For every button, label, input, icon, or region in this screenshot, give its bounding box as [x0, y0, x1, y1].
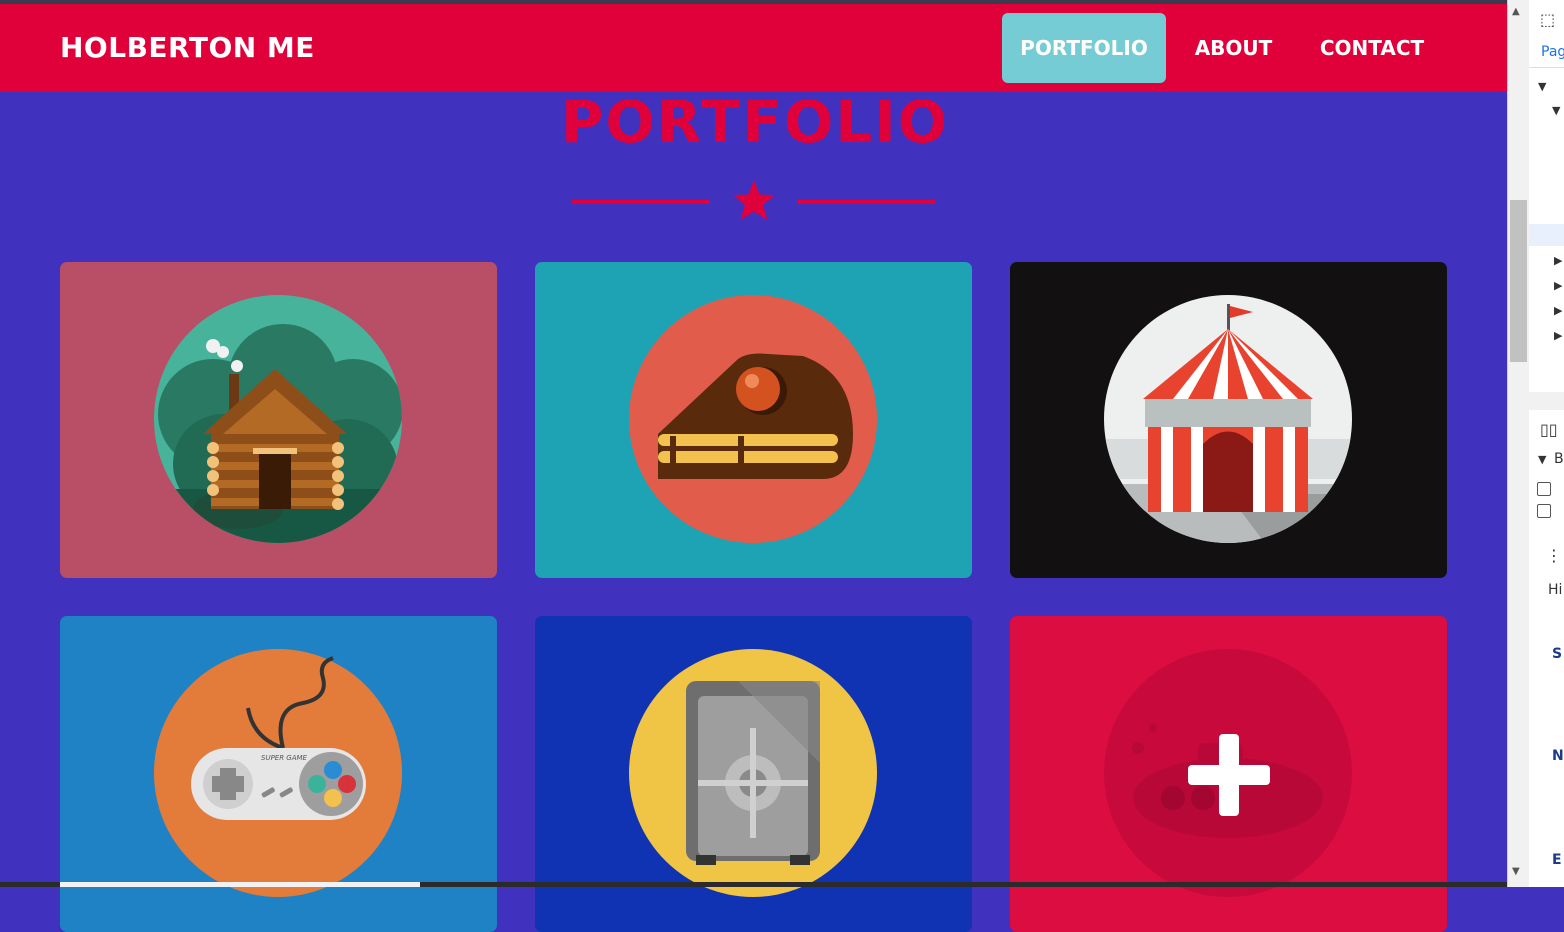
tree-collapsed-icon[interactable]: ▶: [1554, 254, 1562, 267]
tree-expand-icon[interactable]: ▼: [1552, 104, 1560, 117]
divider-right-line: [797, 200, 935, 204]
navbar: HOLBERTON ME PORTFOLIO ABOUT CONTACT: [0, 4, 1507, 92]
section-expand-icon[interactable]: ▼: [1538, 453, 1546, 466]
game-controller-icon: SUPER GAME: [154, 649, 402, 897]
devtools-heading-s: S: [1552, 646, 1563, 662]
nav-about-link[interactable]: ABOUT: [1186, 13, 1281, 83]
devtools-heading-e: E: [1552, 852, 1562, 868]
tree-selected-row[interactable]: [1529, 224, 1564, 246]
portfolio-item-cake[interactable]: [535, 262, 972, 578]
devtools-panel: ▲ ▼ ⬚ Pag ▼ ▼ ▶ ▶ ▶ ▶ ▯▯ ▼ B ⋮ Hi S N E: [1507, 0, 1564, 887]
controller-text: SUPER GAME: [261, 754, 308, 762]
circus-tent-icon: [1104, 295, 1352, 543]
tree-collapsed-icon[interactable]: ▶: [1554, 329, 1562, 342]
portfolio-item-circus[interactable]: [1010, 262, 1447, 578]
taskbar-item: [60, 882, 420, 887]
devtools-section-label: B: [1554, 451, 1564, 467]
devtools-tab-page[interactable]: Pag: [1541, 44, 1564, 60]
tree-collapsed-icon[interactable]: ▶: [1554, 304, 1562, 317]
tree-expand-icon[interactable]: ▼: [1538, 80, 1546, 93]
devtools-heading-n: N: [1552, 748, 1564, 764]
inspect-element-icon[interactable]: ⬚: [1540, 10, 1555, 29]
cake-slice-icon: [629, 295, 877, 543]
log-cabin-icon: [154, 295, 402, 543]
more-options-icon[interactable]: ⋮: [1546, 546, 1562, 565]
devtools-checkbox[interactable]: [1537, 482, 1551, 496]
devtools-text-hi: Hi: [1548, 582, 1563, 598]
nav-contact-link[interactable]: CONTACT: [1306, 13, 1438, 83]
nav-portfolio-link[interactable]: PORTFOLIO: [1002, 13, 1166, 83]
horizontal-scrollbar[interactable]: [1529, 392, 1564, 410]
portfolio-item-cabin[interactable]: [60, 262, 497, 578]
tree-collapsed-icon[interactable]: ▶: [1554, 279, 1562, 292]
divider-left-line: [572, 200, 710, 204]
devtools-checkbox[interactable]: [1537, 504, 1551, 518]
scrollbar-thumb[interactable]: [1510, 200, 1527, 362]
safe-icon: [629, 649, 877, 897]
section-title: PORTFOLIO: [560, 88, 950, 156]
star-icon: [733, 180, 775, 220]
split-pane-icon[interactable]: ▯▯: [1540, 420, 1558, 439]
devtools-divider: [1529, 67, 1564, 68]
scroll-up-arrow-icon[interactable]: ▲: [1512, 6, 1520, 17]
site-brand[interactable]: HOLBERTON ME: [60, 31, 315, 64]
plus-icon[interactable]: [1188, 734, 1270, 816]
scroll-down-arrow-icon[interactable]: ▼: [1512, 866, 1520, 877]
page-scrollbar[interactable]: ▲ ▼: [1508, 0, 1529, 887]
